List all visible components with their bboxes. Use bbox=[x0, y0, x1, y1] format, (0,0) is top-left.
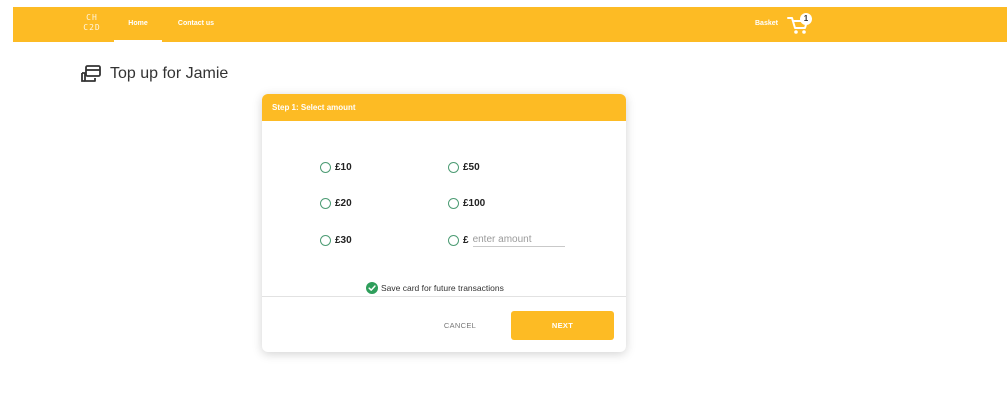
radio-circle-icon[interactable] bbox=[448, 161, 459, 173]
amount-option-label: £30 bbox=[335, 234, 352, 246]
top-up-card: Step 1: Select amount £10 £50 £20 £100 £… bbox=[262, 94, 626, 352]
step-header: Step 1: Select amount bbox=[262, 94, 626, 121]
amount-option-30[interactable]: £30 bbox=[320, 233, 352, 247]
save-card-label: Save card for future transactions bbox=[381, 283, 504, 293]
cancel-button[interactable]: CANCEL bbox=[430, 316, 490, 336]
amount-option-custom[interactable]: £ bbox=[448, 233, 565, 247]
check-circle-icon[interactable] bbox=[366, 282, 378, 294]
save-card-checkbox[interactable]: Save card for future transactions bbox=[366, 281, 504, 295]
next-button[interactable]: NEXT bbox=[511, 311, 614, 340]
radio-circle-icon[interactable] bbox=[448, 234, 459, 246]
amount-option-label: £20 bbox=[335, 197, 352, 209]
amount-option-20[interactable]: £20 bbox=[320, 196, 352, 210]
page-title-text: Top up for Jamie bbox=[110, 65, 229, 82]
wallet-cards-icon bbox=[81, 65, 101, 82]
nav-contact-link[interactable]: Contact us bbox=[168, 7, 224, 42]
radio-circle-icon[interactable] bbox=[320, 161, 331, 173]
radio-circle-icon[interactable] bbox=[320, 197, 331, 209]
basket-link[interactable]: Basket bbox=[755, 7, 778, 42]
amount-option-10[interactable]: £10 bbox=[320, 160, 352, 174]
nav-home-link[interactable]: Home bbox=[114, 7, 162, 42]
basket-count-badge: 1 bbox=[800, 13, 812, 25]
app-logo[interactable]: CH C2D bbox=[83, 13, 101, 33]
amount-option-100[interactable]: £100 bbox=[448, 196, 485, 210]
amount-option-label: £50 bbox=[463, 161, 480, 173]
top-navbar: CH C2D Home Contact us Basket 1 bbox=[13, 7, 1007, 42]
custom-amount-input[interactable] bbox=[472, 233, 565, 247]
amount-option-label: £100 bbox=[463, 197, 486, 209]
amount-option-50[interactable]: £50 bbox=[448, 160, 480, 174]
page-title: Top up for Jamie bbox=[80, 62, 228, 86]
radio-circle-icon[interactable] bbox=[320, 234, 331, 246]
amount-option-label: £10 bbox=[335, 161, 352, 173]
card-divider bbox=[262, 296, 626, 297]
radio-circle-icon[interactable] bbox=[448, 197, 459, 209]
currency-prefix: £ bbox=[463, 234, 469, 246]
